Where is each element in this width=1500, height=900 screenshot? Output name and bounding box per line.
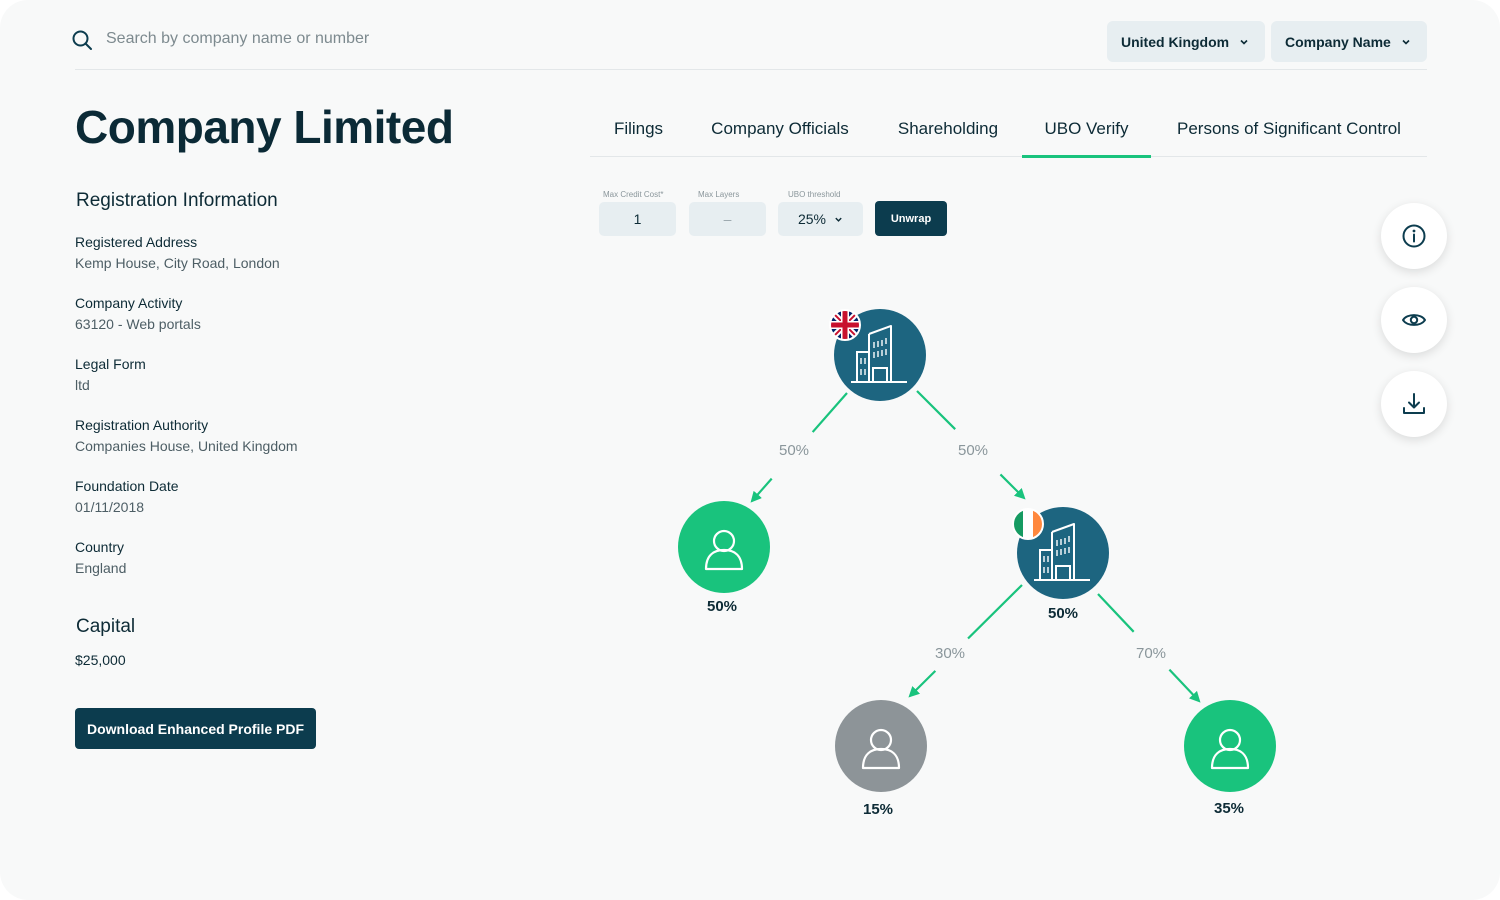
ownership-tree: 50% 50% 30% 70% 50% 50% 15% 35%: [678, 309, 1276, 818]
app-frame: United Kingdom Company Name Company Limi…: [0, 0, 1500, 900]
effective-share-label: 35%: [1214, 800, 1244, 817]
edge-share-label: 50%: [958, 442, 988, 459]
person-node-below-threshold[interactable]: [835, 700, 927, 792]
edge-share-label: 30%: [935, 645, 965, 662]
edge-company-ie-person-2: [908, 584, 1023, 698]
edge-share-label: 70%: [1136, 645, 1166, 662]
person-node-ubo[interactable]: [1184, 700, 1276, 792]
effective-share-label: 15%: [863, 801, 893, 818]
person-node-ubo[interactable]: [678, 501, 770, 593]
effective-share-label: 50%: [1048, 605, 1078, 622]
edge-share-label: 50%: [779, 442, 809, 459]
effective-share-label: 50%: [707, 598, 737, 615]
ireland-flag-icon: [1012, 508, 1044, 540]
